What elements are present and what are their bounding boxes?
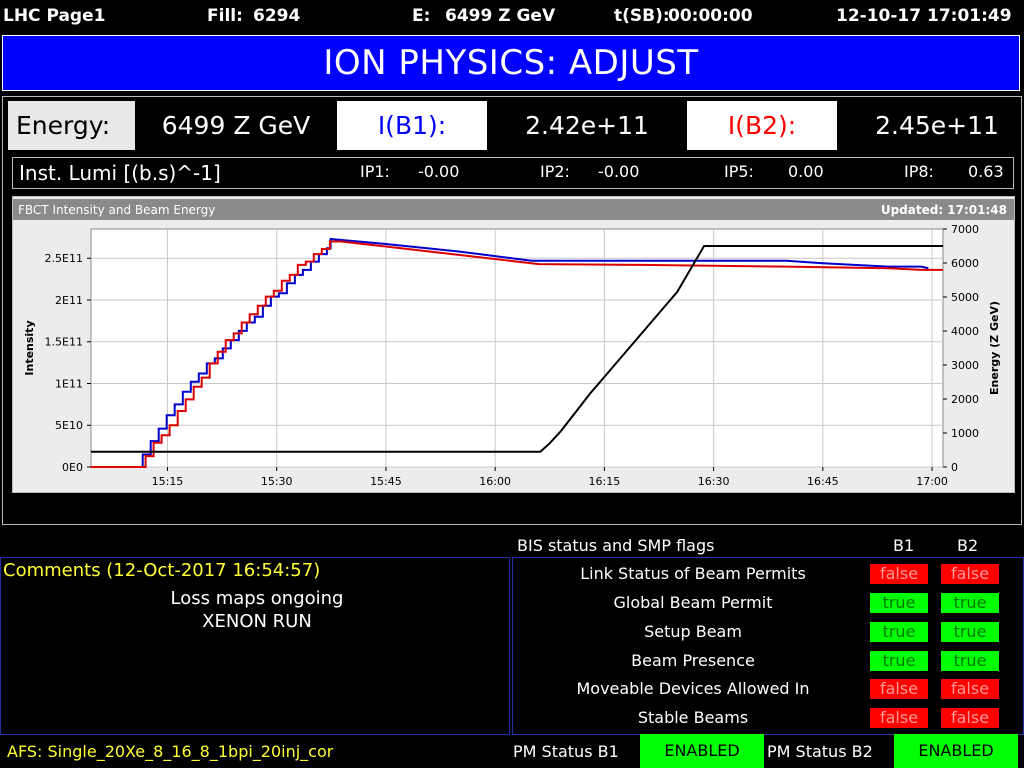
ip5-label: IP5: — [724, 162, 754, 181]
pm-status-b2-label: PM Status B2 — [767, 742, 873, 761]
y-axis-label: Intensity — [23, 320, 36, 375]
y-tick-label: 5E10 — [55, 419, 83, 432]
b2-intensity-value: 2.45e+11 — [875, 111, 999, 140]
ip2-label: IP2: — [540, 162, 570, 181]
flag-label-link-status: Link Status of Beam Permits — [580, 564, 806, 583]
pm-status-b1-label: PM Status B1 — [513, 742, 619, 761]
x-tick-label: 16:30 — [698, 475, 730, 488]
x-tick-label: 16:45 — [807, 475, 839, 488]
x-tick-label: 16:15 — [589, 475, 621, 488]
bis-title: BIS status and SMP flags — [517, 536, 715, 555]
footer-bar: AFS: Single_20Xe_8_16_8_1bpi_20inj_cor P… — [0, 736, 1024, 768]
machine-mode-banner: ION PHYSICS: ADJUST — [2, 35, 1020, 91]
b2-column-header: B2 — [957, 536, 979, 555]
y2-tick-label: 3000 — [951, 359, 979, 372]
flag-setup-beam-b2: true — [941, 622, 999, 642]
flag-stable-beams-b2: false — [941, 708, 999, 728]
ip8-value: 0.63 — [968, 162, 1004, 181]
y2-axis-label: Energy (Z GeV) — [988, 301, 1001, 395]
y-tick-label: 1E11 — [55, 377, 83, 390]
date-time: 12-10-17 17:01:49 — [836, 6, 1012, 26]
y-tick-label: 0E0 — [62, 461, 83, 474]
y-tick-label: 2E11 — [55, 294, 83, 307]
flag-beam-presence-b1: true — [870, 651, 928, 671]
flag-label-stable-beams: Stable Beams — [637, 708, 749, 727]
x-tick-label: 15:30 — [261, 475, 293, 488]
y2-tick-label: 4000 — [951, 325, 979, 338]
b1-intensity-label: I(B1): — [337, 101, 487, 150]
b2-intensity-label: I(B2): — [687, 101, 837, 150]
energy-value-cell: 6499 Z GeV — [161, 111, 311, 140]
flag-label-beam-presence: Beam Presence — [631, 651, 755, 670]
y2-tick-label: 0 — [951, 461, 958, 474]
flag-label-global-permit: Global Beam Permit — [613, 593, 773, 612]
plot-area — [90, 228, 944, 468]
flag-global-permit-b1: true — [870, 593, 928, 613]
comment-line-2: XENON RUN — [202, 611, 312, 632]
b1-column-header: B1 — [893, 536, 915, 555]
flag-moveable-devices-b2: false — [941, 679, 999, 699]
flag-moveable-devices-b1: false — [870, 679, 928, 699]
tsb-label: t(SB): — [614, 6, 670, 26]
flag-link-status-b1: false — [870, 564, 928, 584]
fbct-intensity-energy-chart: FBCT Intensity and Beam Energy Updated: … — [13, 197, 1014, 492]
y-tick-label: 2.5E11 — [45, 252, 83, 265]
bis-flags-panel: Link Status of Beam Permits false false … — [512, 557, 1024, 735]
x-tick-label: 15:45 — [370, 475, 402, 488]
flag-stable-beams-b1: false — [870, 708, 928, 728]
page-name: LHC Page1 — [3, 6, 106, 26]
ip1-value: -0.00 — [418, 162, 460, 181]
y-tick-label: 1.5E11 — [45, 336, 83, 349]
pm-status-b1-value: ENABLED — [640, 734, 764, 768]
chart-updated: Updated: 17:01:48 — [881, 203, 1007, 217]
energy-label: E: — [412, 6, 431, 26]
fbct-chart-panel: FBCT Intensity and Beam Energy Updated: … — [12, 196, 1015, 493]
comments-title: Comments (12-Oct-2017 16:54:57) — [3, 560, 321, 581]
y2-tick-label: 2000 — [951, 393, 979, 406]
flag-link-status-b2: false — [941, 564, 999, 584]
flag-beam-presence-b2: true — [941, 651, 999, 671]
pm-status-b2-value: ENABLED — [894, 734, 1018, 768]
ip1-label: IP1: — [360, 162, 390, 181]
flag-label-moveable-devices: Moveable Devices Allowed In — [576, 679, 810, 698]
y2-tick-label: 5000 — [951, 291, 979, 304]
tsb-value: 00:00:00 — [668, 6, 753, 26]
energy-readout: 6499 Z GeV — [445, 6, 556, 26]
luminosity-row: Inst. Lumi [(b.s)^-1] IP1: -0.00 IP2: -0… — [12, 157, 1014, 189]
afs-status: AFS: Single_20Xe_8_16_8_1bpi_20inj_cor — [7, 742, 334, 761]
top-status-bar: LHC Page1 Fill: 6294 E: 6499 Z GeV t(SB)… — [0, 0, 1024, 34]
y2-tick-label: 1000 — [951, 427, 979, 440]
x-tick-label: 17:00 — [916, 475, 948, 488]
flag-label-setup-beam: Setup Beam — [644, 622, 742, 641]
flag-global-permit-b2: true — [941, 593, 999, 613]
y2-tick-label: 7000 — [951, 223, 979, 236]
x-tick-label: 16:00 — [479, 475, 511, 488]
chart-title: FBCT Intensity and Beam Energy — [18, 203, 215, 217]
comment-line-1: Loss maps ongoing — [170, 588, 344, 609]
energy-label-cell: Energy: — [8, 101, 135, 150]
ip8-label: IP8: — [904, 162, 934, 181]
fill-number: 6294 — [253, 6, 301, 26]
comments-panel: Comments (12-Oct-2017 16:54:57) Loss map… — [0, 557, 510, 735]
ip2-value: -0.00 — [598, 162, 640, 181]
ip5-value: 0.00 — [788, 162, 824, 181]
x-tick-label: 15:15 — [152, 475, 184, 488]
flag-setup-beam-b1: true — [870, 622, 928, 642]
luminosity-label: Inst. Lumi [(b.s)^-1] — [19, 161, 221, 185]
fill-label: Fill: — [207, 6, 243, 26]
y2-tick-label: 6000 — [951, 257, 979, 270]
b1-intensity-value: 2.42e+11 — [525, 111, 649, 140]
machine-mode: ION PHYSICS: ADJUST — [323, 43, 699, 83]
